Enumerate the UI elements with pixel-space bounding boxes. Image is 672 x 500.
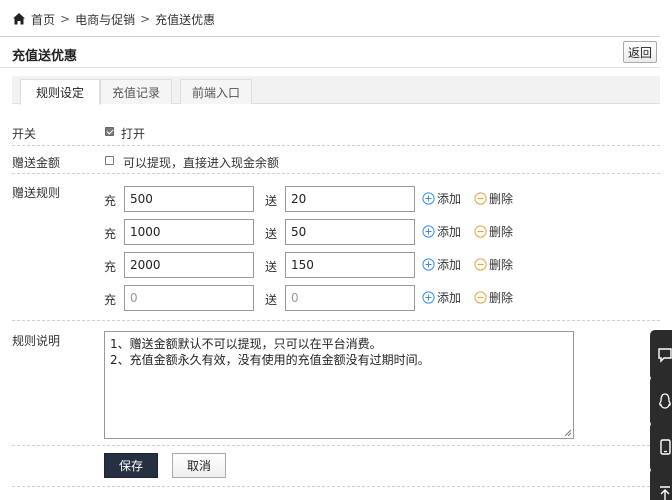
breadcrumb-separator: >	[60, 12, 71, 26]
plus-circle-icon	[422, 258, 435, 271]
add-label: 添加	[437, 192, 462, 206]
rule-row: 充 送 添加 删除	[104, 252, 524, 278]
divider	[12, 445, 660, 446]
bonus-option-label[interactable]: 可以提现，直接进入现金余额	[123, 154, 279, 171]
gift-amount-input[interactable]	[285, 285, 415, 311]
switch-option-label[interactable]: 打开	[121, 125, 145, 142]
charge-prefix: 充	[104, 227, 117, 241]
delete-label: 删除	[489, 192, 514, 206]
qq-icon	[659, 393, 671, 409]
divider	[12, 145, 660, 146]
description-textarea[interactable]: 1、赠送金额默认不可以提现，只可以在平台消费。 2、充值金额永久有效，没有使用的…	[104, 331, 574, 439]
phone-icon	[660, 439, 671, 455]
tab-recharge-records[interactable]: 充值记录	[100, 79, 172, 104]
add-rule-button[interactable]: 添加	[422, 190, 461, 207]
qq-button[interactable]	[650, 376, 672, 426]
minus-circle-icon	[474, 225, 487, 238]
add-label: 添加	[437, 225, 462, 239]
gift-amount-input[interactable]	[285, 252, 415, 278]
charge-amount-input[interactable]	[124, 186, 254, 212]
delete-rule-button[interactable]: 删除	[474, 190, 513, 207]
minus-circle-icon	[474, 258, 487, 271]
delete-label: 删除	[489, 225, 514, 239]
tab-bar: 规则设定 充值记录 前端入口	[12, 76, 660, 105]
cancel-button[interactable]: 取消	[172, 453, 226, 478]
gift-prefix: 送	[265, 293, 278, 307]
gift-amount-input[interactable]	[285, 219, 415, 245]
add-rule-button[interactable]: 添加	[422, 256, 461, 273]
add-rule-button[interactable]: 添加	[422, 289, 461, 306]
switch-checkbox[interactable]	[105, 127, 114, 136]
resize-grip-icon[interactable]	[563, 428, 572, 437]
divider	[12, 320, 660, 321]
bonus-withdraw-checkbox[interactable]	[105, 156, 114, 165]
charge-amount-input[interactable]	[124, 285, 254, 311]
chat-icon	[658, 348, 672, 363]
description-label: 规则说明	[12, 334, 61, 348]
add-label: 添加	[437, 291, 462, 305]
divider	[12, 486, 660, 487]
home-icon[interactable]	[12, 12, 26, 26]
rule-row: 充 送 添加 删除	[104, 186, 524, 212]
tab-frontend-entry[interactable]: 前端入口	[180, 79, 252, 104]
delete-rule-button[interactable]: 删除	[474, 256, 513, 273]
add-rule-button[interactable]: 添加	[422, 223, 461, 240]
divider	[12, 173, 660, 174]
back-button[interactable]: 返回	[623, 41, 657, 63]
minus-circle-icon	[474, 291, 487, 304]
page-header: 充值送优惠 返回	[0, 36, 660, 68]
plus-circle-icon	[422, 192, 435, 205]
switch-label: 开关	[12, 127, 37, 141]
phone-button[interactable]	[650, 422, 672, 472]
add-label: 添加	[437, 258, 462, 272]
delete-rule-button[interactable]: 删除	[474, 289, 513, 306]
gift-prefix: 送	[265, 227, 278, 241]
charge-prefix: 充	[104, 194, 117, 208]
bonus-label: 赠送金额	[12, 156, 61, 170]
save-button[interactable]: 保存	[104, 453, 158, 478]
charge-prefix: 充	[104, 260, 117, 274]
plus-circle-icon	[422, 225, 435, 238]
gift-prefix: 送	[265, 260, 278, 274]
charge-amount-input[interactable]	[124, 219, 254, 245]
back-to-top-icon	[660, 486, 670, 500]
delete-label: 删除	[489, 258, 514, 272]
plus-circle-icon	[422, 291, 435, 304]
page-title: 充值送优惠	[12, 49, 78, 64]
breadcrumb-item-current: 充值送优惠	[155, 12, 216, 27]
breadcrumb-separator: >	[140, 12, 151, 26]
back-to-top-button[interactable]	[650, 468, 672, 500]
gift-prefix: 送	[265, 194, 278, 208]
minus-circle-icon	[474, 192, 487, 205]
rules-label: 赠送规则	[12, 186, 61, 200]
charge-amount-input[interactable]	[124, 252, 254, 278]
tab-rule-settings[interactable]: 规则设定	[20, 79, 100, 105]
breadcrumb-item-home[interactable]: 首页	[31, 11, 55, 28]
gift-amount-input[interactable]	[285, 186, 415, 212]
delete-rule-button[interactable]: 删除	[474, 223, 513, 240]
rule-row: 充 送 添加 删除	[104, 285, 524, 311]
rule-row: 充 送 添加 删除	[104, 219, 524, 245]
breadcrumb-item-ecommerce[interactable]: 电商与促销	[75, 11, 135, 28]
chat-button[interactable]	[650, 330, 672, 380]
breadcrumb: 首页 > 电商与促销 > 充值送优惠	[12, 10, 215, 28]
description-line: 1、赠送金额默认不可以提现，只可以在平台消费。	[110, 337, 382, 351]
delete-label: 删除	[489, 291, 514, 305]
description-line: 2、充值金额永久有效，没有使用的充值金额没有过期时间。	[110, 353, 430, 367]
charge-prefix: 充	[104, 293, 117, 307]
